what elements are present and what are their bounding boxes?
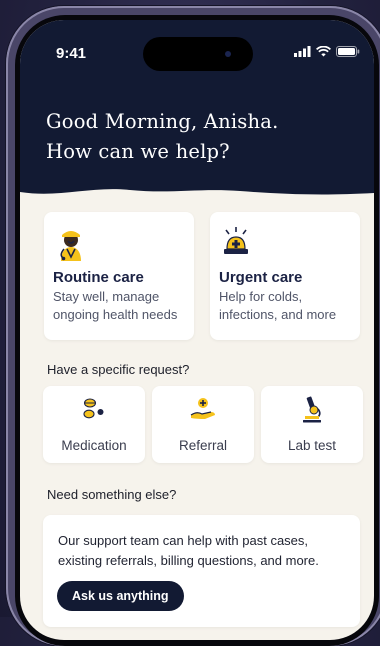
urgent-care-icon [219, 227, 253, 266]
routine-care-title: Routine care [53, 269, 144, 286]
routine-care-subtitle: Stay well, manage ongoing health needs [53, 288, 193, 324]
status-time: 9:41 [56, 45, 87, 62]
support-card: Our support team can help with past case… [43, 515, 360, 627]
dynamic-island [143, 37, 253, 71]
routine-care-card[interactable]: Routine care Stay well, manage ongoing h… [44, 212, 194, 340]
urgent-care-subtitle-line-2: infections, and more [219, 307, 337, 322]
status-icons [294, 46, 360, 57]
battery-icon [336, 46, 360, 57]
greeting-line-2: How can we help? [46, 140, 230, 163]
urgent-care-subtitle-line-1: Help for colds, [219, 289, 303, 304]
support-heading: Need something else? [47, 487, 177, 502]
referral-label: Referral [178, 438, 227, 453]
urgent-care-title: Urgent care [219, 269, 303, 286]
doctor-icon [53, 227, 89, 266]
support-description-line-1: Our support team can help with past case… [58, 533, 309, 548]
greeting-line-1: Good Morning, Anisha. [46, 110, 279, 133]
signal-icon [294, 46, 311, 57]
pills-icon [43, 396, 145, 422]
support-description-line-2: existing referrals, billing questions, a… [58, 552, 319, 568]
greeting-heading: Good Morning, Anisha. How can we help? [46, 107, 278, 167]
urgent-care-card[interactable]: Urgent care Help for colds, infections, … [210, 212, 360, 340]
phone-frame: 9:41 Good Morning, Anisha. How can we he… [6, 6, 380, 646]
specific-request-heading: Have a specific request? [47, 362, 190, 377]
microscope-icon [261, 396, 363, 424]
ask-us-anything-button[interactable]: Ask us anything [57, 581, 184, 611]
medication-label: Medication [61, 438, 127, 453]
referral-card[interactable]: Referral [152, 386, 254, 463]
routine-care-subtitle-line-2: ongoing health needs [53, 307, 178, 322]
app-screen: 9:41 Good Morning, Anisha. How can we he… [20, 20, 374, 640]
lab-test-label: Lab test [287, 438, 337, 453]
support-description: Our support team can help with past case… [58, 531, 358, 570]
referral-icon [152, 396, 254, 422]
medication-card[interactable]: Medication [43, 386, 145, 463]
lab-test-card[interactable]: Lab test [261, 386, 363, 463]
routine-care-subtitle-line-1: Stay well, manage [53, 289, 160, 304]
urgent-care-subtitle: Help for colds, infections, and more [219, 288, 359, 324]
wifi-icon [316, 46, 331, 57]
